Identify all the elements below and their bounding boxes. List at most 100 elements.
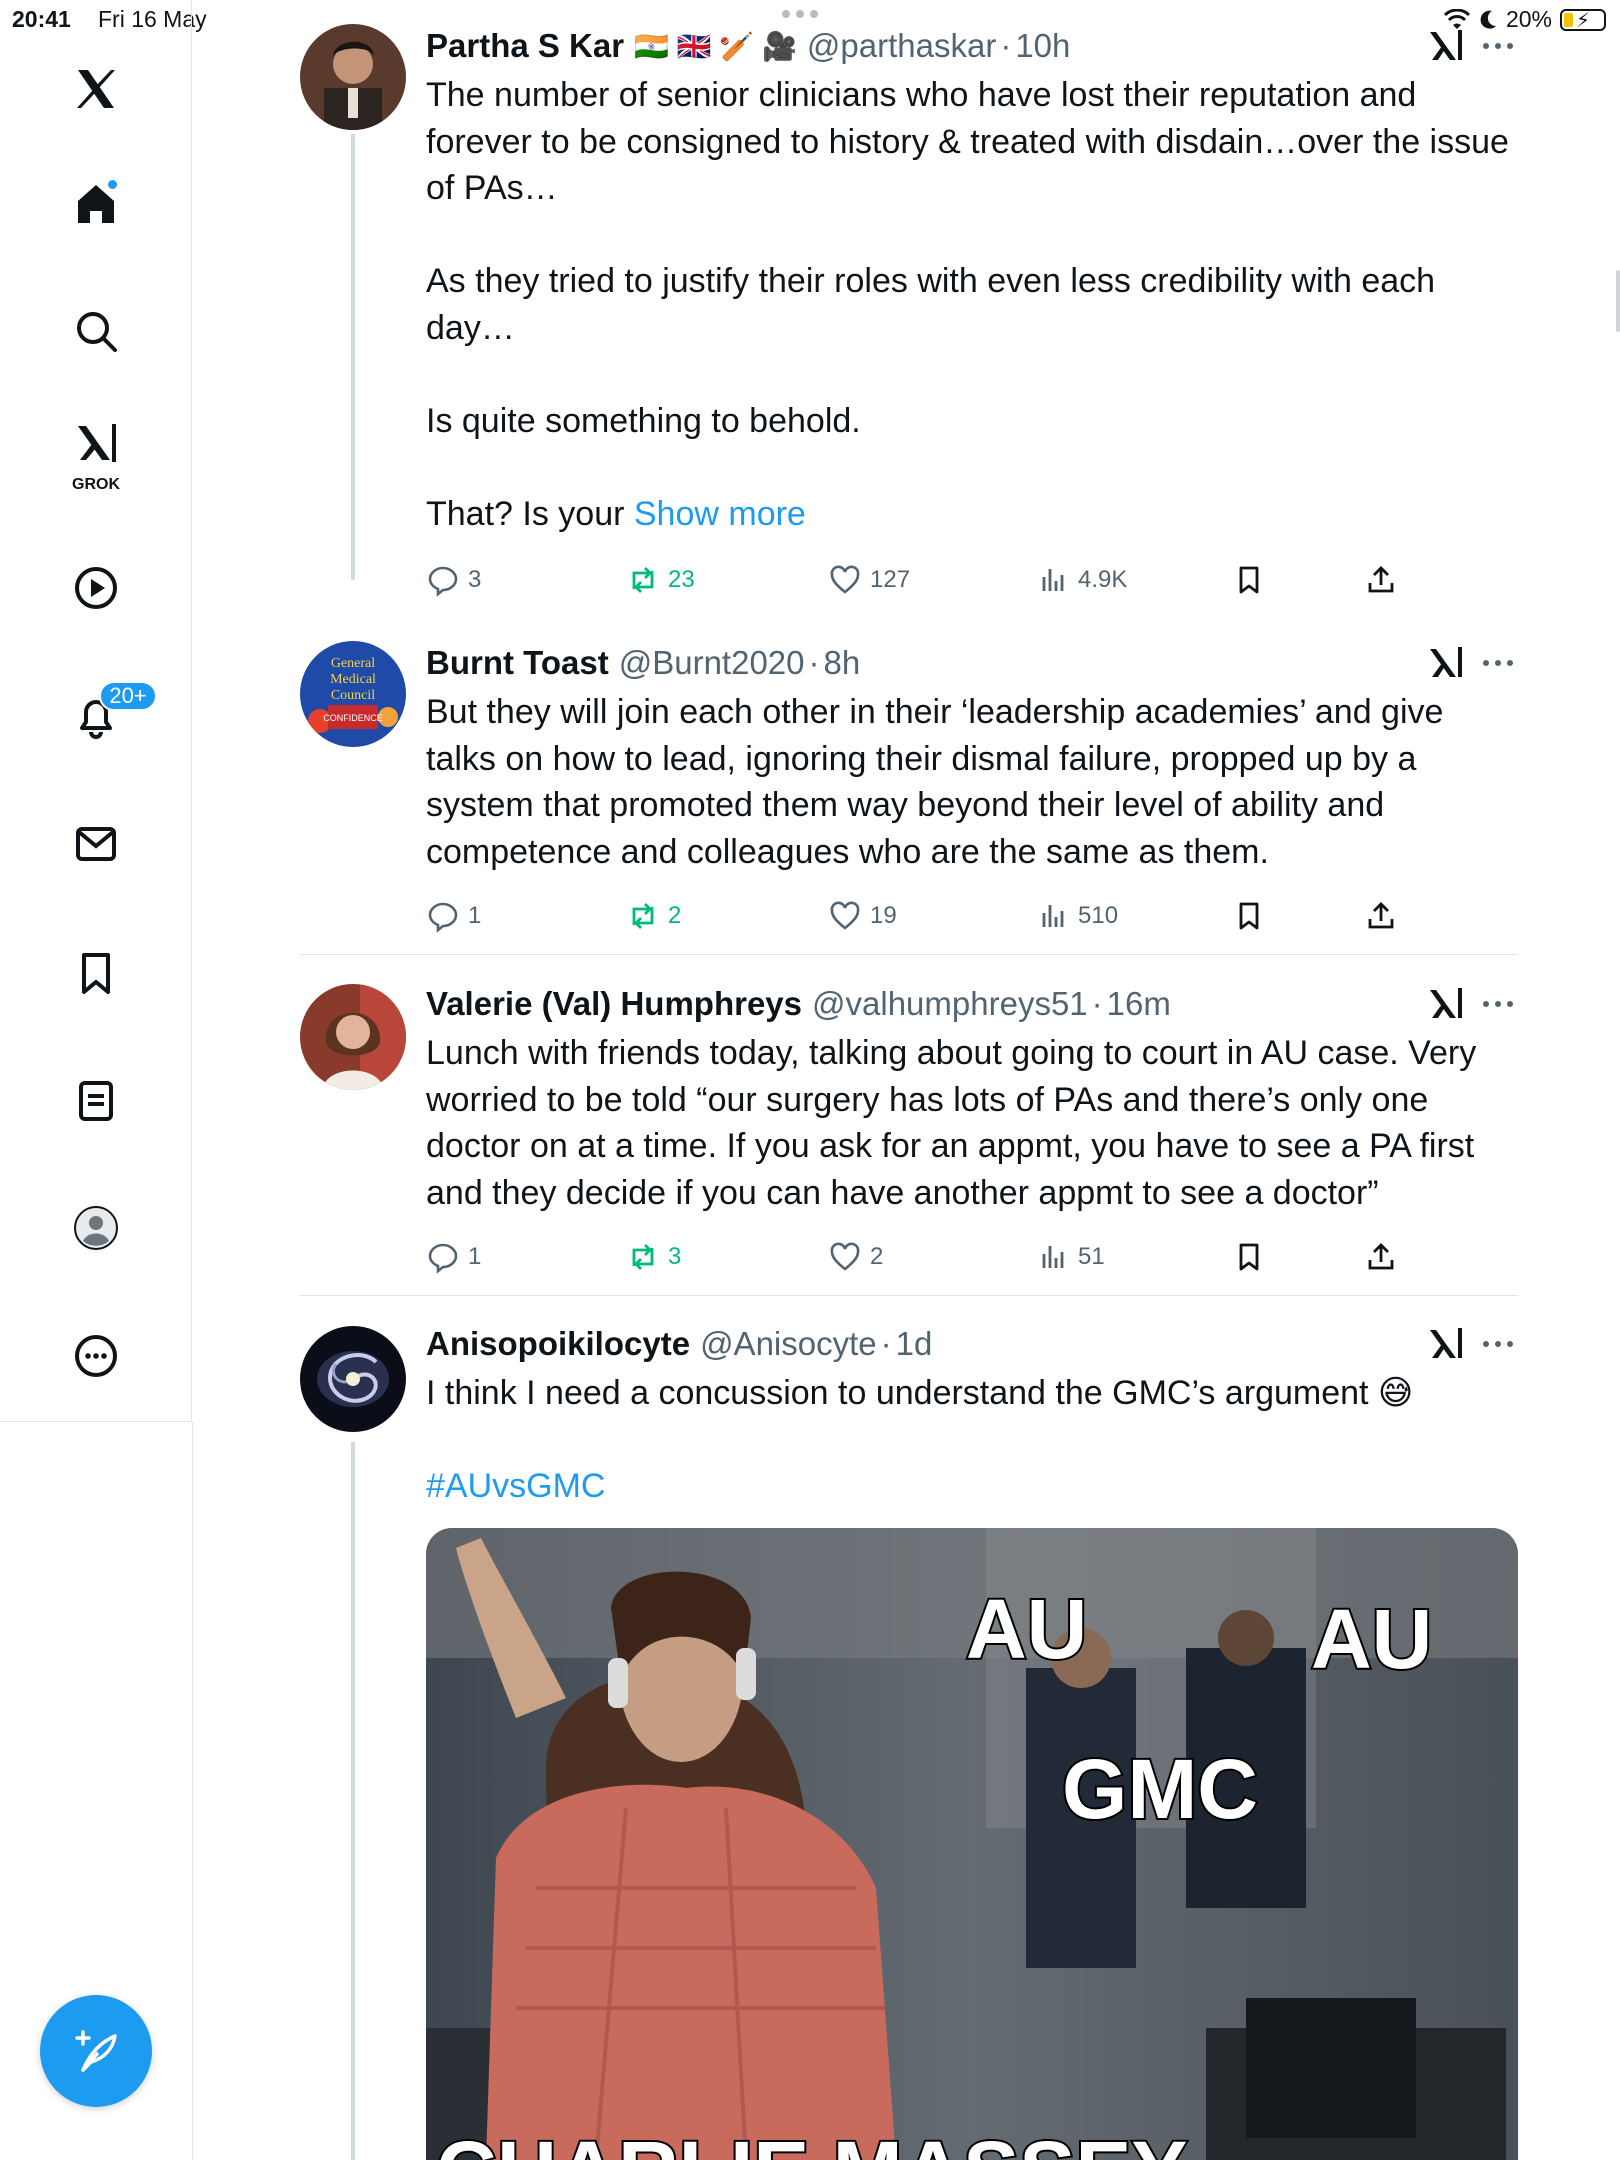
gif-label-gmc: GMC (1062, 1742, 1258, 1836)
grok-icon[interactable] (1426, 24, 1466, 64)
tweet-text: The number of senior clinicians who have… (426, 76, 1509, 533)
nav-lists[interactable] (55, 1060, 137, 1142)
tweet-text: Lunch with friends today, talking about … (426, 1034, 1486, 1212)
tweet-media-gif[interactable]: AU AU GMC CHARLIE MASSEY (426, 1528, 1518, 2160)
tweet-header: Valerie (Val) Humphreys @valhumphreys51 … (426, 985, 1171, 1023)
nav-profile[interactable] (55, 1187, 137, 1269)
tweet-text: I think I need a concussion to understan… (426, 1374, 1414, 1412)
views-button[interactable]: 4.9K (1036, 555, 1127, 605)
repost-icon (632, 903, 654, 929)
post-time[interactable]: 10h (1015, 27, 1070, 65)
compose-feather-icon (75, 2030, 117, 2072)
nav-search[interactable] (55, 290, 137, 372)
bookmark-icon (1239, 1243, 1259, 1271)
share-button[interactable] (1364, 891, 1398, 941)
hashtag-link[interactable]: #AUvsGMC (426, 1467, 605, 1505)
multitasking-dots[interactable] (782, 10, 818, 18)
sidebar-border (192, 1422, 193, 2160)
share-icon (1368, 902, 1394, 929)
scroll-indicator[interactable] (1616, 270, 1620, 332)
author-name[interactable]: Valerie (Val) Humphreys (426, 985, 802, 1023)
repost-button[interactable]: 23 (626, 555, 695, 605)
avatar-galaxy (300, 1326, 406, 1432)
avatar[interactable] (300, 1326, 406, 1432)
gif-label-au-left: AU (966, 1582, 1087, 1676)
tweet-divider (300, 1295, 1518, 1296)
like-button[interactable]: 2 (828, 1232, 883, 1282)
more-circle-icon (75, 1335, 117, 1377)
tweet-valerie[interactable]: Valerie (Val) Humphreys @valhumphreys51 … (300, 982, 1518, 1282)
reply-icon (428, 1243, 458, 1274)
tweet-actions: 1 3 2 51 (426, 1232, 1518, 1282)
nav-grok[interactable]: GROK (55, 412, 137, 494)
share-button[interactable] (1364, 1232, 1398, 1282)
avatar-photo (300, 24, 406, 130)
show-more-link[interactable]: Show more (634, 495, 806, 533)
tweet-actions: 3 23 127 4.9K (426, 555, 1518, 605)
repost-button[interactable]: 2 (626, 891, 681, 941)
nav-more[interactable] (55, 1315, 137, 1397)
avatar[interactable] (300, 984, 406, 1090)
more-options-icon[interactable] (1478, 1324, 1518, 1364)
more-options-icon[interactable] (1478, 643, 1518, 683)
nav-video[interactable] (55, 547, 137, 629)
views-chart-icon (1042, 1246, 1064, 1268)
sidebar-divider (0, 1421, 192, 1422)
x-logo[interactable] (55, 48, 137, 130)
svg-text:CONFIDENCE: CONFIDENCE (323, 713, 383, 723)
post-time[interactable]: 16m (1107, 985, 1171, 1023)
share-button[interactable] (1364, 555, 1398, 605)
like-button[interactable]: 19 (828, 891, 897, 941)
tweet-partha[interactable]: Partha S Kar 🇮🇳 🇬🇧 🏏 🎥 @parthaskar · 10h… (300, 24, 1518, 597)
nav-notifications[interactable]: 20+ (55, 675, 157, 757)
more-options-icon[interactable] (1478, 26, 1518, 66)
search-icon (77, 312, 117, 352)
tweet-burnt-toast[interactable]: General Medical Council CONFIDENCE Burnt… (300, 641, 1518, 941)
reply-button[interactable]: 1 (426, 891, 481, 941)
grok-icon (78, 424, 116, 462)
author-handle[interactable]: @Anisocyte (700, 1325, 877, 1363)
more-options-icon[interactable] (1478, 984, 1518, 1024)
author-handle[interactable]: @parthaskar (807, 27, 996, 65)
author-handle[interactable]: @Burnt2020 (619, 644, 805, 682)
avatar[interactable] (300, 24, 406, 130)
nav-messages[interactable] (55, 803, 137, 885)
reply-button[interactable]: 1 (426, 1232, 481, 1282)
grok-icon[interactable] (1426, 641, 1466, 681)
heart-icon (830, 1242, 860, 1271)
gif-frame: AU AU GMC CHARLIE MASSEY (426, 1528, 1518, 2160)
post-time[interactable]: 1d (896, 1325, 933, 1363)
author-name[interactable]: Anisopoikilocyte (426, 1325, 690, 1363)
views-button[interactable]: 51 (1036, 1232, 1105, 1282)
author-name[interactable]: Burnt Toast (426, 644, 609, 682)
heart-icon (830, 901, 860, 930)
svg-text:Council: Council (331, 688, 375, 703)
bookmark-button[interactable] (1232, 891, 1266, 941)
notifications-badge: 20+ (99, 681, 157, 711)
reply-button[interactable]: 3 (426, 555, 481, 605)
share-icon (1368, 1243, 1394, 1270)
views-button[interactable]: 510 (1036, 891, 1118, 941)
bookmark-button[interactable] (1232, 1232, 1266, 1282)
reply-icon (428, 566, 458, 597)
compose-post-button[interactable] (40, 1995, 152, 2107)
nav-home[interactable] (55, 162, 137, 244)
nav-bookmarks[interactable] (55, 932, 137, 1014)
grok-icon[interactable] (1426, 982, 1466, 1022)
like-button[interactable]: 127 (828, 555, 910, 605)
share-icon (1368, 566, 1394, 593)
gif-label-au-right: AU (1311, 1592, 1432, 1686)
grok-label: GROK (72, 476, 120, 493)
avatar[interactable]: General Medical Council CONFIDENCE (300, 641, 406, 747)
mail-icon (76, 827, 116, 861)
hashtag-line: #AUvsGMC (426, 1463, 1518, 1510)
grok-icon[interactable] (1426, 1322, 1466, 1362)
bookmark-icon (1239, 902, 1259, 930)
home-unread-dot (106, 178, 119, 191)
bookmark-button[interactable] (1232, 555, 1266, 605)
author-name[interactable]: Partha S Kar (426, 27, 624, 65)
author-handle[interactable]: @valhumphreys51 (812, 985, 1088, 1023)
post-time[interactable]: 8h (824, 644, 861, 682)
tweet-divider (300, 954, 1518, 955)
repost-button[interactable]: 3 (626, 1232, 681, 1282)
